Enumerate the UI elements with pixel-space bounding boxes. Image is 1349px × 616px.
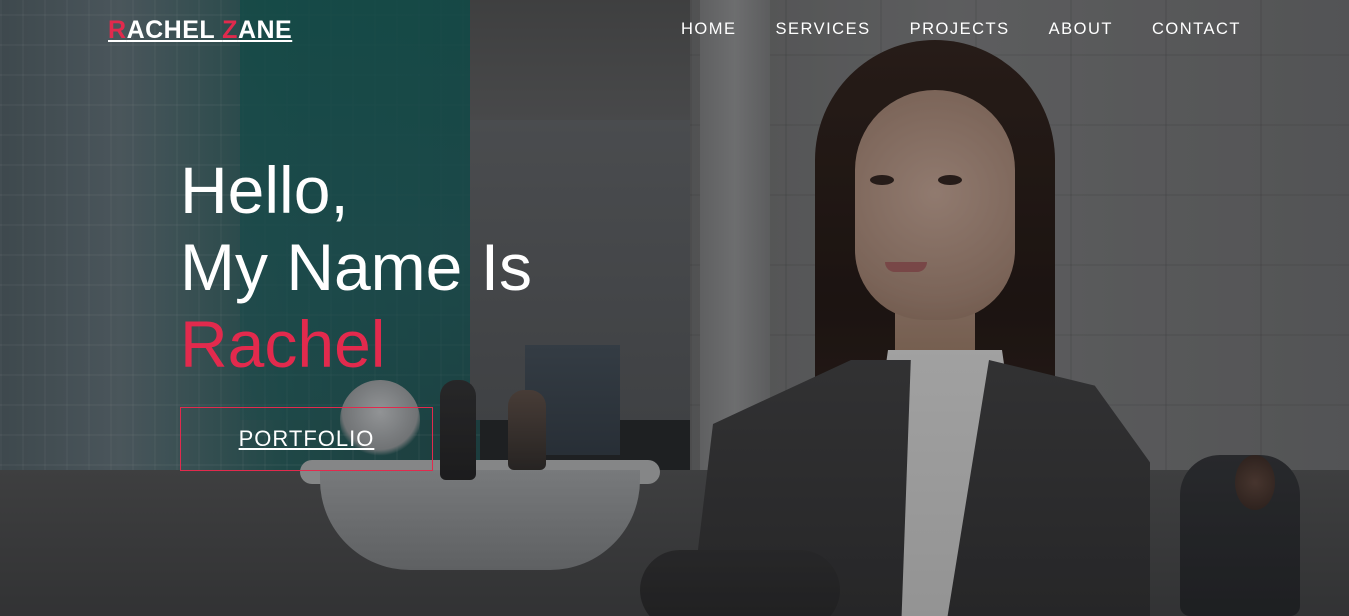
nav-services[interactable]: SERVICES bbox=[775, 20, 870, 39]
hero-name: Rachel bbox=[180, 307, 386, 381]
main-nav: HOME SERVICES PROJECTS ABOUT CONTACT bbox=[681, 20, 1241, 39]
site-header: RACHEL ZANE HOME SERVICES PROJECTS ABOUT… bbox=[0, 0, 1349, 62]
logo-last-name: ANE bbox=[237, 16, 293, 44]
site-logo[interactable]: RACHEL ZANE bbox=[108, 16, 292, 45]
hero-greeting: Hello, bbox=[180, 153, 349, 227]
logo-initial-last: Z bbox=[222, 16, 238, 44]
logo-first-name: ACHEL bbox=[126, 16, 223, 44]
hero-intro: My Name Is bbox=[180, 230, 533, 304]
nav-contact[interactable]: CONTACT bbox=[1152, 20, 1241, 39]
logo-initial-first: R bbox=[108, 16, 127, 44]
nav-home[interactable]: HOME bbox=[681, 20, 737, 39]
nav-projects[interactable]: PROJECTS bbox=[910, 20, 1010, 39]
hero-heading: Hello, My Name Is Rachel bbox=[180, 152, 532, 383]
nav-about[interactable]: ABOUT bbox=[1049, 20, 1113, 39]
portfolio-button[interactable]: PORTFOLIO bbox=[180, 407, 433, 471]
